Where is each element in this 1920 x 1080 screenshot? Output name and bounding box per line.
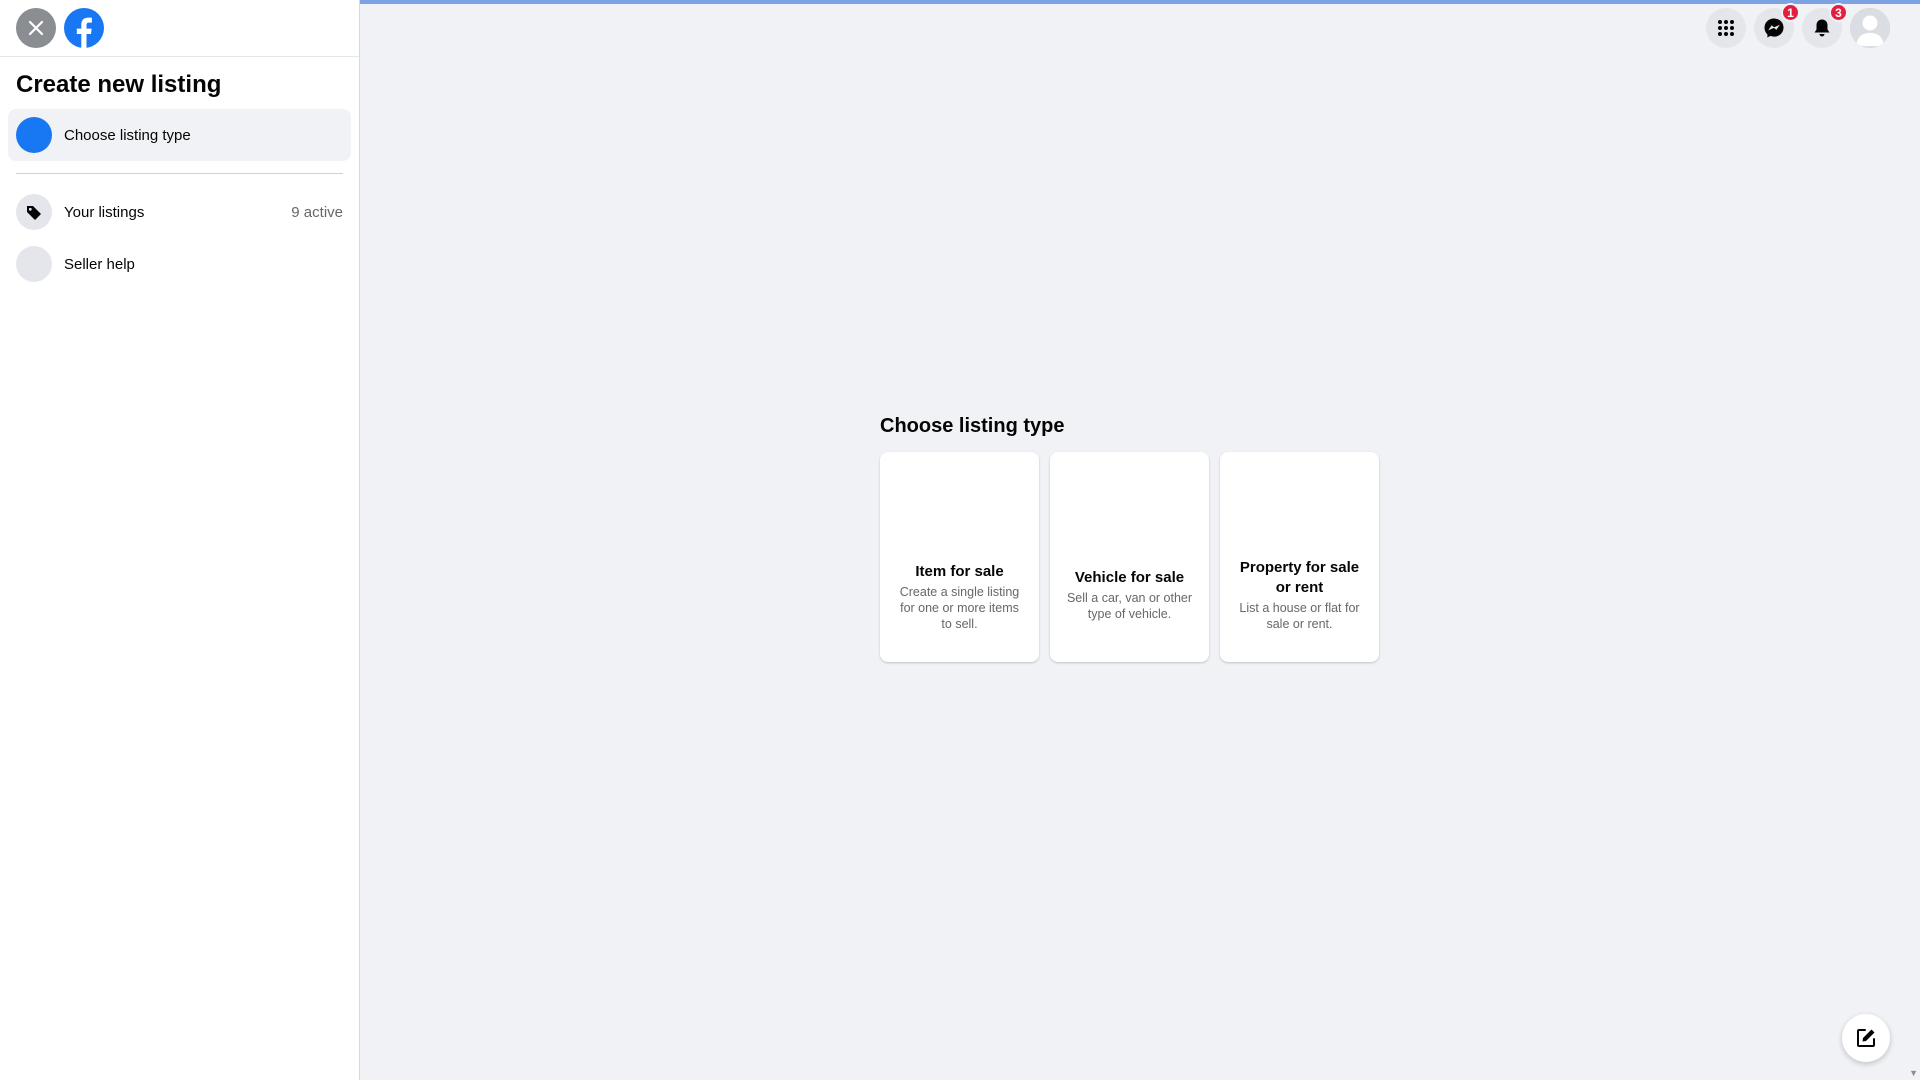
card-description: Create a single listing for one or more … [899,585,1020,631]
help-icon [16,246,52,282]
tag-icon [16,194,52,230]
card-description: List a house or flat for sale or rent. [1239,601,1360,631]
new-message-button[interactable] [1842,1014,1890,1062]
step-circle-icon [16,117,52,153]
sidebar-item-label: Choose listing type [64,126,191,144]
facebook-logo-icon[interactable] [64,8,104,48]
vehicle-for-sale-card[interactable]: Vehicle for sale Sell a car, van or othe… [1050,452,1209,662]
listing-type-cards: Item for sale Create a single listing fo… [880,452,1379,662]
property-for-sale-card[interactable]: Property for sale or rent List a house o… [1220,452,1379,662]
card-title: Item for sale [915,563,1004,580]
menu-button[interactable] [1706,8,1746,48]
sidebar-title: Create new listing [16,71,222,98]
card-description: Sell a car, van or other type of vehicle… [1066,591,1193,621]
messenger-badge: 1 [1781,3,1800,22]
grid-menu-icon [1718,20,1734,36]
item-for-sale-card[interactable]: Item for sale Create a single listing fo… [880,452,1039,662]
sidebar-item-seller-help[interactable]: Seller help [8,238,351,290]
sidebar-item-label: Your listings [64,203,145,221]
close-icon [28,20,44,36]
avatar[interactable] [1850,8,1890,48]
sidebar-item-choose-listing-type[interactable]: Choose listing type [8,109,351,161]
scroll-down-arrow-icon[interactable]: ▼ [1909,1068,1918,1078]
active-listings-count: 9 active [291,203,343,221]
page-title: Choose listing type [880,415,1065,437]
notifications-badge: 3 [1829,3,1848,22]
sidebar-item-label: Seller help [64,255,135,273]
messenger-icon [1764,18,1784,38]
bell-icon [1814,19,1830,37]
card-title: Property for sale or rent [1239,559,1360,596]
sidebar: Create new listing Choose listing type Y… [0,0,360,1080]
card-title: Vehicle for sale [1074,569,1185,586]
default-avatar-icon [1850,8,1890,48]
app-root: Create new listing Choose listing type Y… [0,0,1920,1080]
messenger-button[interactable]: 1 [1754,3,1800,48]
sidebar-item-your-listings[interactable]: Your listings 9 active [8,186,351,238]
compose-icon [1857,1029,1875,1047]
notifications-button[interactable]: 3 [1802,3,1848,48]
close-button[interactable] [16,8,56,48]
sidebar-divider [16,173,343,174]
header-controls: 1 3 [1706,3,1890,48]
sidebar-header [0,0,359,57]
